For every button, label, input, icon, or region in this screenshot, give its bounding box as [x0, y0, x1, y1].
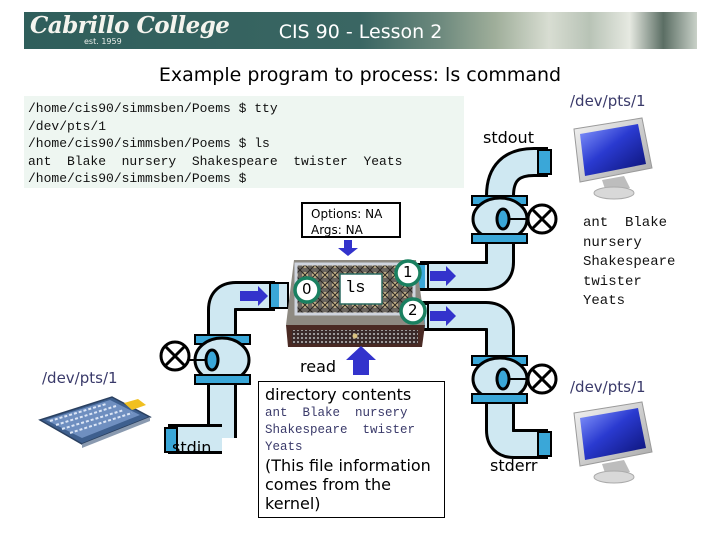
program-name: ls — [345, 279, 366, 298]
output-item: ant Blake — [583, 215, 668, 231]
stderr-device-label: /dev/pts/1 — [570, 378, 646, 396]
kernel-note: (This file information comes from the ke… — [265, 456, 431, 513]
stdout-output-list: ant Blake nursery Shakespeare twister Yeats — [583, 214, 675, 312]
stdout-label: stdout — [483, 128, 534, 147]
keyboard-icon — [38, 396, 152, 448]
fd-1-label: 1 — [403, 263, 413, 281]
directory-file: Shakespeare twister — [265, 423, 416, 437]
directory-file: Yeats — [265, 440, 303, 454]
options-label: Options: NA — [311, 207, 383, 221]
output-item: nursery — [583, 234, 642, 251]
args-label: Args: NA — [311, 223, 363, 237]
fd-0-label: 0 — [302, 280, 312, 298]
output-item: Yeats — [583, 293, 626, 309]
read-arrow-icon — [346, 346, 376, 375]
options-args-box: Options: NA Args: NA — [301, 202, 401, 238]
stdout-pipe — [411, 147, 558, 291]
directory-file: ant Blake nursery — [265, 406, 408, 420]
output-item: Shakespeare — [583, 254, 676, 270]
fd-2-label: 2 — [408, 301, 418, 319]
stderr-label: stderr — [490, 456, 538, 475]
stdin-device-label: /dev/pts/1 — [42, 369, 118, 387]
directory-title: directory contents — [265, 385, 412, 404]
stdout-monitor-icon — [573, 117, 653, 200]
stdout-device-label: /dev/pts/1 — [570, 92, 646, 110]
read-label: read — [300, 357, 337, 376]
stdin-label: stdin — [172, 438, 212, 457]
directory-contents-box: directory contents ant Blake nursery Sha… — [258, 381, 445, 518]
options-arrow-icon — [338, 240, 358, 256]
stderr-monitor-icon — [573, 401, 653, 484]
output-item: twister — [583, 273, 642, 290]
